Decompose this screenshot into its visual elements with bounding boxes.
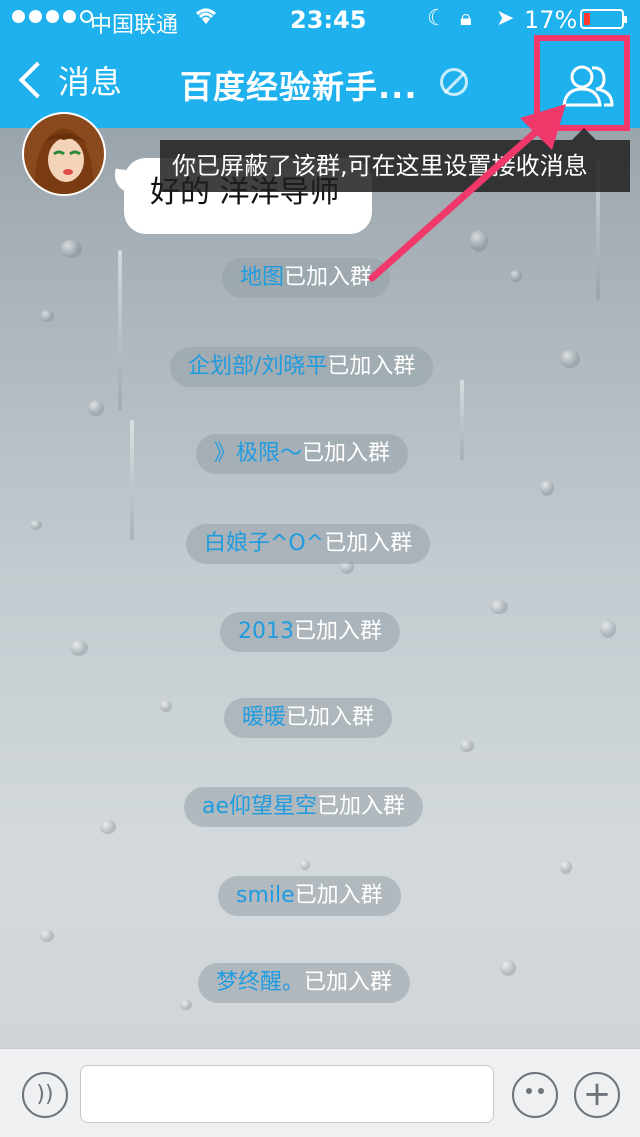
annotation-arrow [368,104,566,282]
voice-button[interactable]: )) [22,1072,68,1118]
input-bar: )) + [0,1048,640,1137]
message-input[interactable] [80,1065,494,1123]
more-button[interactable]: + [574,1072,620,1118]
plus-icon: + [582,1074,612,1114]
emoji-button[interactable] [512,1072,558,1118]
voice-icon: )) [36,1082,54,1107]
